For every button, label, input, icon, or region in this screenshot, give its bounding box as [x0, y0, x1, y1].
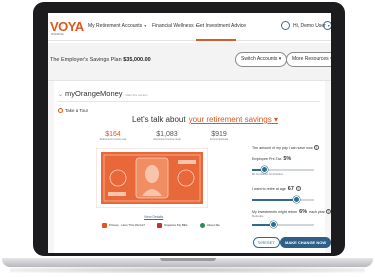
stat-value: $919 — [211, 131, 227, 138]
nav-label: Financial Wellness — [152, 23, 194, 29]
active-nav-indicator — [196, 39, 236, 41]
nav-item-retirement-accounts[interactable]: My Retirement Accounts ▾ — [88, 23, 146, 29]
laptop-screen: VOYA FINANCIAL My Retirement Accounts ▾ F… — [48, 13, 331, 253]
chevron-down-icon: ▾ — [330, 56, 331, 62]
privacy-label: Privacy - How This Works? — [109, 223, 145, 227]
main-content: ⌄ myOrangeMoney Hide this section Take a T… — [48, 81, 331, 253]
privacy-icon — [102, 223, 107, 228]
stat-label: Retirement Income Goal — [153, 138, 181, 141]
headline-link-text: your retirement savings — [188, 115, 272, 124]
chevron-down-icon: ⌄ — [58, 92, 64, 98]
stat-label: Income Estimate — [209, 138, 229, 141]
slider-handle[interactable] — [260, 166, 268, 173]
employee-value[interactable]: 5% — [283, 156, 291, 162]
headline: Let's talk about your retirement savings … — [132, 115, 278, 124]
stat-label: Retirement Income Gap — [99, 138, 127, 141]
plan-name: The Employer's Savings Plan — [50, 57, 122, 63]
privacy-link[interactable]: Privacy - How This Works? — [102, 223, 145, 228]
plan-bar: The Employer's Savings Plan $35,000.00 S… — [48, 43, 331, 81]
plan-title: The Employer's Savings Plan $35,000.00 — [50, 57, 151, 63]
nav-item-investment-advice[interactable]: Get Investment Advice — [196, 23, 246, 29]
more-label: More Resources — [292, 56, 329, 62]
logo-subtitle: FINANCIAL — [51, 33, 65, 36]
switch-accounts-button[interactable]: Switch Accounts ▾ — [235, 52, 288, 67]
chevron-down-icon: ▾ — [144, 23, 147, 28]
about-me-link[interactable]: About Me — [200, 223, 220, 228]
nav-label: Get Investment Advice — [196, 23, 247, 29]
invest-value[interactable]: 6% — [299, 209, 307, 215]
reset-label: RESET — [261, 240, 275, 245]
voya-logo[interactable]: VOYA — [50, 19, 84, 34]
slider-fill — [252, 199, 297, 201]
bills-icon — [157, 223, 162, 228]
invest-sub-label: Moderate — [252, 215, 264, 218]
employee-label: Employee Pre-Tax — [252, 157, 282, 161]
retire-age-slider[interactable] — [252, 196, 314, 203]
invest-text: My investments might return — [252, 210, 298, 214]
chevron-down-icon: ▾ — [278, 56, 282, 62]
top-nav: VOYA FINANCIAL My Retirement Accounts ▾ F… — [48, 13, 331, 41]
chevron-down-icon: ▾ — [273, 115, 278, 124]
slider-handle[interactable] — [293, 196, 301, 203]
retire-age-value[interactable]: 67 — [288, 186, 294, 192]
organize-bills-link[interactable]: Organize My Bills — [157, 223, 187, 228]
floor-shadow — [10, 267, 365, 273]
tour-icon — [58, 108, 63, 113]
divider — [58, 101, 320, 102]
user-name: Hi, Demo User — [293, 23, 326, 29]
make-change-now-button[interactable]: MAKE CHANGE NOW — [280, 237, 331, 248]
retire-age-label: I want to retire at age 67? — [252, 186, 301, 192]
reset-button[interactable]: ↻RESET — [253, 237, 280, 248]
take-tour-link[interactable]: Take a Tour — [58, 108, 88, 113]
phone-icon[interactable] — [323, 21, 331, 30]
switch-label: Switch Accounts — [241, 56, 278, 62]
stat-income-goal: $1,083 Retirement Income Goal — [150, 131, 184, 141]
stat-value: $164 — [105, 131, 121, 138]
user-icon[interactable] — [281, 21, 290, 30]
nav-label: My Retirement Accounts — [88, 23, 143, 29]
hide-section-link[interactable]: Hide this section — [126, 93, 148, 97]
person-icon — [200, 223, 205, 228]
investment-return-slider[interactable] — [252, 221, 314, 228]
stat-income-gap: $164 Retirement Income Gap — [96, 131, 130, 141]
help-icon[interactable]: ? — [325, 209, 331, 214]
investment-return-label: My investments might return 6% each year… — [252, 209, 331, 215]
laptop-notch — [160, 258, 216, 261]
section-title-text: myOrangeMoney — [65, 89, 123, 98]
headline-text: Let's talk about — [132, 115, 186, 124]
section-title[interactable]: ⌄ myOrangeMoney Hide this section — [58, 89, 148, 98]
stat-value: $1,083 — [156, 131, 178, 138]
employee-contribution: Employee Pre-Tax 5% — [252, 156, 292, 162]
stat-income-estimate: $919 Income Estimate — [202, 131, 236, 141]
plan-balance: $35,000.00 — [123, 57, 151, 63]
headline-link[interactable]: your retirement savings ▾ — [189, 115, 278, 124]
tour-label: Take a Tour — [65, 108, 89, 113]
save-amount-text: The amount of my pay I can save now — [252, 146, 313, 150]
view-details-link[interactable]: View Details — [144, 215, 163, 219]
orange-money-card: ⌄ myOrangeMoney Hide this section Take a T… — [54, 81, 331, 253]
contribution-slider[interactable] — [252, 166, 314, 173]
nav-item-financial-wellness[interactable]: Financial Wellness ▾ — [152, 23, 198, 29]
slider-handle[interactable] — [270, 221, 278, 228]
bills-label: Organize My Bills — [164, 223, 188, 227]
help-icon[interactable]: ? — [295, 186, 301, 191]
invest-suffix: each year — [309, 210, 325, 214]
save-amount-label: The amount of my pay I can save now? — [252, 145, 319, 150]
about-me-label: About Me — [207, 223, 220, 227]
more-resources-button[interactable]: More Resources ▾ — [286, 52, 331, 67]
retire-text: I want to retire at age — [252, 187, 286, 191]
orange-money-bill-illustration — [96, 148, 208, 208]
help-icon[interactable]: ? — [313, 145, 319, 150]
combined-contribution: $0 Combined Contribution — [252, 173, 284, 176]
